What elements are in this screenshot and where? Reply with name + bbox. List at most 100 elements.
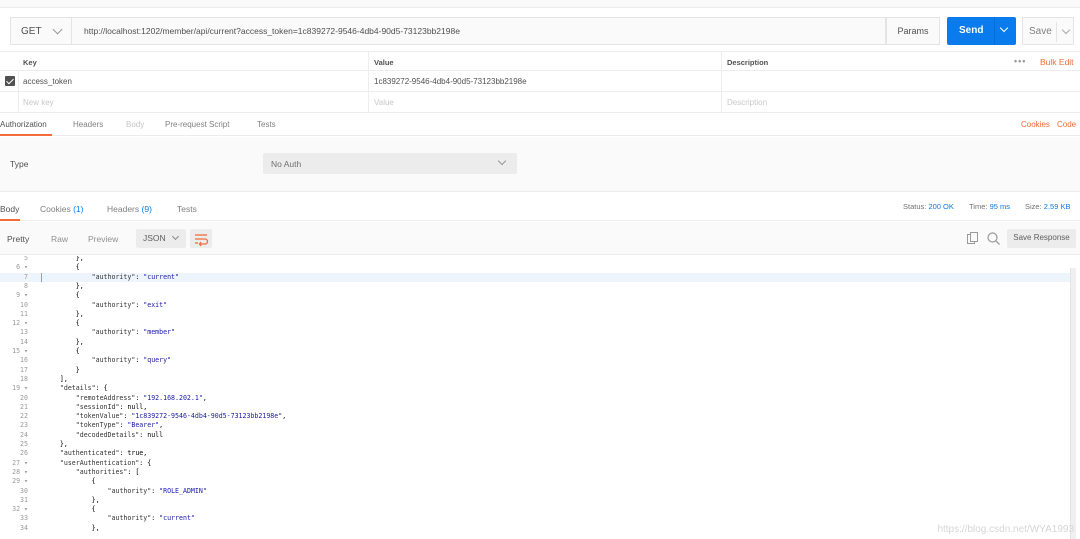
new-key-input[interactable]: New key: [23, 98, 54, 107]
format-value: JSON: [143, 233, 166, 243]
wrap-lines-button[interactable]: [190, 229, 212, 248]
column-divider: [721, 71, 722, 91]
url-input[interactable]: http://localhost:1202/member/api/current…: [72, 17, 886, 45]
line-number: 31: [20, 495, 28, 504]
line-number: 27 ▾: [12, 458, 28, 467]
line-number: 11: [20, 309, 28, 318]
line-number: 22: [20, 412, 28, 421]
search-icon[interactable]: [987, 232, 1000, 245]
line-number: 24: [20, 430, 28, 439]
tab-headers[interactable]: Headers: [73, 120, 103, 129]
line-number: 12 ▾: [12, 319, 28, 328]
method-select[interactable]: GET: [10, 17, 72, 45]
tab-pre-request-script[interactable]: Pre-request Script: [165, 120, 229, 129]
chevron-down-icon[interactable]: [999, 23, 1009, 33]
pretty-button[interactable]: Pretty: [7, 234, 29, 244]
response-body-editor[interactable]: 5 }, 6 ▾ {7 "authority": "current" 8 }, 9 ▾…: [0, 256, 1080, 539]
line-text: "sessionId": null,: [75, 402, 148, 411]
param-key[interactable]: access_token: [23, 77, 72, 86]
size-value: 2.59 KB: [1043, 202, 1071, 211]
line-text: {: [44, 263, 80, 272]
status-value: 200 OK: [928, 202, 954, 211]
preview-button[interactable]: Preview: [88, 234, 118, 244]
cookies-count: (1): [73, 204, 84, 214]
line-text: "authority": "query": [91, 356, 172, 365]
chevron-down-icon[interactable]: [1061, 25, 1071, 35]
code-line: 33 "authority": "current": [0, 514, 1070, 523]
size-readout: Size: 2.59 KB: [1025, 202, 1070, 211]
more-icon[interactable]: •••: [1014, 56, 1026, 66]
tab-response-cookies[interactable]: Cookies (1): [40, 204, 83, 214]
tab-authorization[interactable]: Authorization: [0, 120, 47, 129]
request-tabs: Authorization Headers Body Pre-request S…: [0, 115, 1080, 136]
method-label: GET: [21, 25, 42, 37]
code-line: 10 "authority": "exit": [0, 301, 1070, 310]
tab-response-tests[interactable]: Tests: [177, 204, 197, 214]
send-label: Send: [959, 25, 984, 36]
code-line: 30 "authority": "ROLE_ADMIN": [0, 487, 1070, 496]
column-divider: [368, 71, 369, 91]
code-line: 6 ▾ {: [0, 263, 1070, 272]
new-param-row: New key Value Description: [0, 92, 1080, 113]
column-divider: [18, 92, 19, 112]
code-line: 26 "authenticated": true,: [0, 449, 1070, 458]
line-text: "authority": "exit": [91, 300, 168, 309]
line-text: {: [44, 477, 96, 486]
line-number: 19 ▾: [12, 384, 28, 393]
raw-button[interactable]: Raw: [51, 234, 68, 244]
code-line: 7 "authority": "current": [0, 272, 1070, 282]
code-line: 5 },: [0, 256, 1070, 263]
watermark: https://blog.csdn.net/WYA1993: [937, 524, 1074, 535]
tab-body[interactable]: Body: [126, 120, 144, 129]
line-number: 10: [20, 300, 28, 309]
params-button[interactable]: Params: [886, 17, 940, 45]
code-link[interactable]: Code: [1057, 120, 1076, 129]
row-checkbox[interactable]: [5, 76, 15, 86]
line-number: 29 ▾: [12, 477, 28, 486]
copy-icon[interactable]: [967, 232, 979, 245]
save-response-button[interactable]: Save Response: [1007, 229, 1076, 248]
key-header: Key: [23, 58, 37, 67]
line-number: 14: [20, 337, 28, 346]
tab-response-body[interactable]: Body: [0, 204, 19, 214]
line-text: "authenticated": true,: [59, 449, 148, 458]
auth-type-value: No Auth: [271, 158, 302, 169]
auth-type-select[interactable]: No Auth: [263, 153, 517, 174]
bulk-edit-link[interactable]: Bulk Edit: [1040, 57, 1074, 67]
send-button[interactable]: Send: [947, 17, 1016, 45]
save-divider: [1056, 22, 1057, 42]
new-value-input[interactable]: Value: [374, 98, 394, 107]
params-table-header: Key Value Description ••• Bulk Edit: [0, 51, 1080, 71]
line-number: 21: [20, 402, 28, 411]
text-cursor: [41, 272, 42, 282]
code-line: 12 ▾ {: [0, 319, 1070, 328]
code-line: 15 ▾ {: [0, 347, 1070, 356]
line-text: "authority": "member": [91, 328, 176, 337]
new-description-input[interactable]: Description: [727, 98, 767, 107]
cookies-link[interactable]: Cookies: [1021, 120, 1050, 129]
save-button[interactable]: Save: [1022, 17, 1074, 45]
line-text: "authorities": [: [75, 467, 140, 476]
code-line: 20 "remoteAddress": "192.168.202.1",: [0, 394, 1070, 403]
time-label: Time:: [969, 202, 988, 211]
param-value[interactable]: 1c839272-9546-4db4-90d5-73123bb2198e: [374, 77, 527, 86]
line-number: 23: [20, 421, 28, 430]
line-text: },: [44, 256, 84, 262]
active-tab-indicator: [0, 134, 52, 136]
tab-label: Headers: [107, 204, 140, 214]
tab-tests[interactable]: Tests: [257, 120, 276, 129]
code-line: 23 "tokenType": "Bearer",: [0, 421, 1070, 430]
top-strip: [0, 0, 1080, 8]
format-select[interactable]: JSON: [136, 229, 186, 248]
line-text: {: [44, 347, 80, 355]
tab-label: Cookies: [40, 204, 71, 214]
line-number: 18: [20, 374, 28, 383]
line-text: {: [44, 319, 80, 328]
line-text: },: [44, 281, 84, 290]
tab-response-headers[interactable]: Headers (9): [107, 204, 152, 214]
scrollbar[interactable]: [1070, 268, 1076, 539]
column-divider: [721, 52, 722, 70]
response-toolbar: Pretty Raw Preview JSON Save Response: [0, 222, 1080, 255]
time-readout: Time: 95 ms: [969, 202, 1010, 211]
line-number: 28 ▾: [12, 467, 28, 476]
